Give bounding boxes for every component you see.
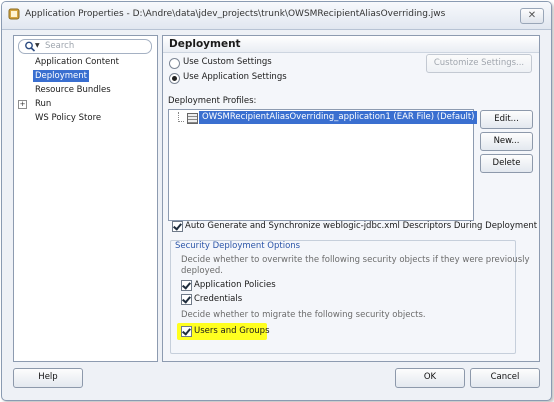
credentials-checkbox[interactable] bbox=[181, 294, 192, 305]
search-dropdown-icon[interactable]: ▼ bbox=[35, 42, 40, 49]
panel-header: Deployment bbox=[163, 36, 539, 53]
application-policies-label: Application Policies bbox=[194, 280, 276, 290]
nav-item-application-content[interactable]: Application Content bbox=[33, 56, 121, 68]
application-policies-checkbox[interactable] bbox=[181, 280, 192, 291]
overwrite-description: Decide whether to overwrite the followin… bbox=[181, 255, 530, 265]
radio-label: Use Application Settings bbox=[183, 72, 287, 82]
overwrite-description-continued: deployed. bbox=[181, 266, 223, 276]
ear-file-icon bbox=[187, 113, 198, 124]
tree-connector bbox=[178, 121, 184, 123]
search-input[interactable]: ▼ Search bbox=[18, 39, 152, 54]
deployment-profiles-list[interactable]: OWSMRecipientAliasOverriding_application… bbox=[168, 109, 478, 221]
jdeveloper-app-icon bbox=[8, 8, 20, 20]
nav-item-ws-policy-store[interactable]: WS Policy Store bbox=[33, 112, 103, 124]
deployment-panel: Deployment Use Custom Settings Use Appli… bbox=[162, 35, 540, 362]
customize-settings-button[interactable]: Customize Settings... bbox=[426, 54, 532, 73]
use-custom-settings-radio[interactable]: Use Custom Settings bbox=[169, 57, 289, 69]
security-options-title: Security Deployment Options bbox=[175, 241, 301, 251]
ok-button[interactable]: OK bbox=[395, 368, 465, 388]
migrate-description: Decide whether to migrate the following … bbox=[181, 310, 426, 320]
users-and-groups-label: Users and Groups bbox=[194, 326, 270, 336]
radio-button[interactable] bbox=[169, 58, 180, 69]
radio-label: Use Custom Settings bbox=[183, 57, 272, 67]
application-properties-dialog: Application Properties - D:\Andre\data\j… bbox=[1, 1, 552, 401]
nav-item-resource-bundles[interactable]: Resource Bundles bbox=[33, 84, 113, 96]
help-button[interactable]: Help bbox=[13, 368, 83, 388]
cancel-button[interactable]: Cancel bbox=[470, 368, 540, 388]
auto-generate-label: Auto Generate and Synchronize weblogic-j… bbox=[185, 221, 538, 231]
list-item-profile[interactable]: OWSMRecipientAliasOverriding_application… bbox=[199, 111, 478, 124]
deployment-profiles-label: Deployment Profiles: bbox=[168, 96, 257, 106]
nav-item-deployment[interactable]: Deployment bbox=[33, 70, 89, 82]
window-title: Application Properties - D:\Andre\data\j… bbox=[25, 9, 446, 19]
navigation-panel: ▼ Search Application Content Deployment … bbox=[13, 35, 158, 362]
credentials-label: Credentials bbox=[194, 294, 243, 304]
title-bar: Application Properties - D:\Andre\data\j… bbox=[2, 2, 551, 30]
delete-button[interactable]: Delete bbox=[480, 154, 533, 173]
auto-generate-checkbox[interactable] bbox=[172, 221, 183, 232]
search-placeholder: Search bbox=[45, 41, 75, 51]
users-and-groups-checkbox[interactable] bbox=[181, 326, 192, 337]
use-application-settings-radio[interactable]: Use Application Settings bbox=[169, 72, 299, 84]
nav-item-run[interactable]: Run bbox=[33, 98, 53, 110]
edit-button[interactable]: Edit... bbox=[480, 110, 533, 129]
expand-plus-icon[interactable]: + bbox=[18, 100, 27, 109]
radio-button-checked[interactable] bbox=[169, 73, 180, 84]
close-button[interactable]: ✕ bbox=[520, 8, 544, 24]
new-button[interactable]: New... bbox=[480, 132, 533, 151]
page-title: Deployment bbox=[169, 38, 241, 50]
